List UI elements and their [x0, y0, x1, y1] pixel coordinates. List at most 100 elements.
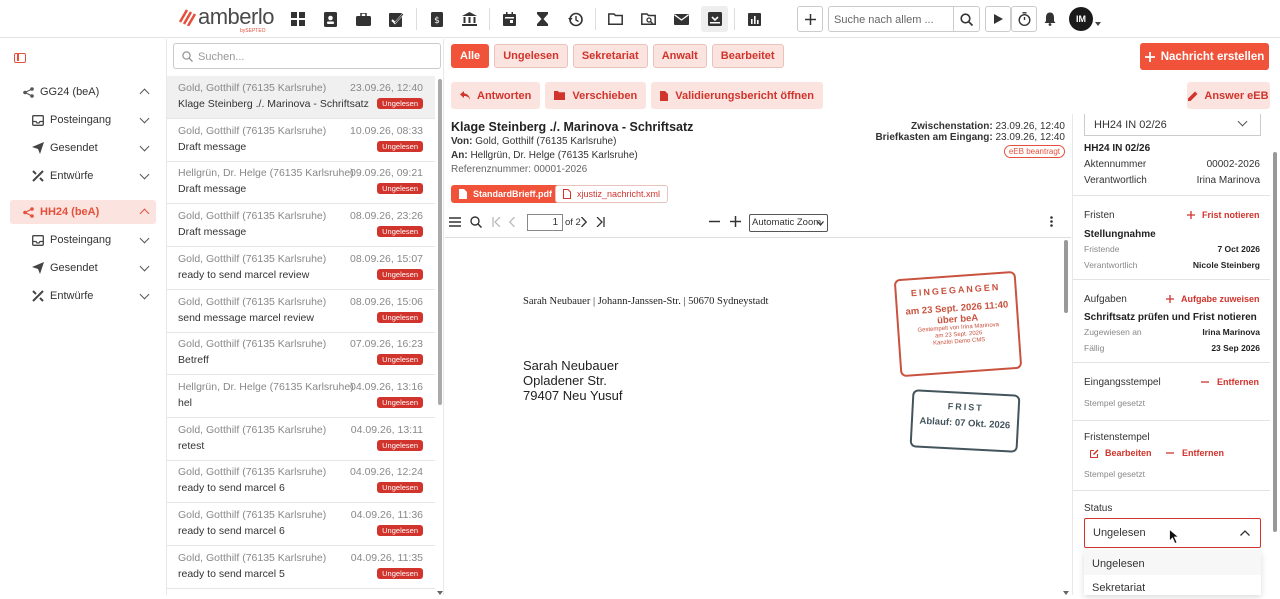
- answer-eeb-button[interactable]: Answer eEB: [1187, 82, 1270, 109]
- deadline-stamp-date: Ablauf: 07 Okt. 2026: [919, 415, 1011, 432]
- message-list-item[interactable]: Gold, Gotthilf (76135 Karlsruhe) 10.09.26…: [167, 119, 435, 162]
- invoice-icon[interactable]: $: [423, 6, 450, 32]
- filter-bearbeitet[interactable]: Bearbeitet: [711, 44, 784, 68]
- divider: [1073, 490, 1270, 491]
- sidebar-item-gg24-gesendet[interactable]: Gesendet: [32, 136, 156, 160]
- amberlo-logo[interactable]: amberlo bySEPTEO: [178, 4, 278, 34]
- deadline-stamp[interactable]: FRIST Ablauf: 07 Okt. 2026: [909, 389, 1021, 453]
- sidebar-toggle-icon[interactable]: [14, 53, 26, 63]
- hourglass-icon[interactable]: [529, 6, 556, 32]
- message-list-item[interactable]: Gold, Gotthilf (76135 Karlsruhe) 08.09.26…: [167, 204, 435, 248]
- sidebar-item-hh24-gesendet[interactable]: Gesendet: [32, 256, 156, 280]
- sidebar-group-hh24[interactable]: HH24 (beA): [10, 200, 156, 224]
- case-select[interactable]: HH24 IN 02/26: [1084, 114, 1261, 136]
- message-sender: Gold, Gotthilf (76135 Karlsruhe): [178, 252, 327, 265]
- edit-fristenstempel-button[interactable]: Bearbeiten: [1090, 448, 1152, 458]
- next-page-icon[interactable]: [581, 216, 588, 230]
- sidebar-group-gg24[interactable]: GG24 (beA): [10, 80, 156, 104]
- draft-tools-icon: [32, 170, 44, 182]
- bell-icon[interactable]: [1044, 12, 1056, 29]
- caret-down-icon[interactable]: [1095, 17, 1101, 29]
- filter-sekretariat[interactable]: Sekretariat: [572, 44, 648, 68]
- folder-search-icon[interactable]: [635, 6, 662, 32]
- remove-eingangsstempel-button[interactable]: Entfernen: [1201, 377, 1259, 387]
- mail-icon[interactable]: [668, 6, 695, 32]
- first-page-icon[interactable]: [492, 216, 501, 230]
- sidebar-item-label: Entwürfe: [50, 290, 94, 302]
- pdf-page-input[interactable]: 1: [527, 214, 563, 231]
- status-select[interactable]: Ungelesen: [1084, 518, 1261, 548]
- message-list-item[interactable]: Gold, Gotthilf (76135 Karlsruhe) 04.09.26…: [167, 546, 435, 589]
- add-deadline-button[interactable]: Frist notieren: [1187, 210, 1260, 220]
- received-stamp[interactable]: EINGEGANGEN am 23 Sept. 2026 11:40 über …: [893, 270, 1023, 378]
- pdf-search-icon[interactable]: [470, 216, 483, 231]
- contacts-icon[interactable]: [317, 6, 344, 32]
- filter-alle[interactable]: Alle: [451, 44, 490, 68]
- more-options-icon[interactable]: [1050, 216, 1053, 230]
- sidebar-item-hh24-posteingang[interactable]: Posteingang: [32, 228, 156, 252]
- pdf-scrollbar[interactable]: [1064, 240, 1068, 313]
- sidebar-item-gg24-entwuerfe[interactable]: Entwürfe: [32, 164, 156, 188]
- message-sender: Gold, Gotthilf (76135 Karlsruhe): [178, 338, 327, 351]
- history-icon[interactable]: [562, 6, 589, 32]
- attachment-standardbrief[interactable]: StandardBrieff.pdf: [451, 185, 561, 203]
- message-list-item[interactable]: Gold, Gotthilf (76135 Karlsruhe) 08.09.26…: [167, 290, 435, 333]
- filter-ungelesen[interactable]: Ungelesen: [494, 44, 568, 68]
- reply-button[interactable]: Antworten: [451, 82, 541, 109]
- play-button[interactable]: [985, 6, 1011, 32]
- new-message-button[interactable]: Nachricht erstellen: [1140, 43, 1269, 70]
- scroll-down-icon[interactable]: [437, 586, 443, 598]
- chevron-up-icon: [139, 88, 150, 99]
- sidebar-toggle-menu-icon[interactable]: [449, 216, 461, 230]
- folder-move-icon: [554, 91, 566, 100]
- timer-button[interactable]: [1011, 6, 1037, 32]
- message-list-item[interactable]: Gold, Gotthilf (76135 Karlsruhe) 23.09.26…: [167, 76, 435, 119]
- message-date: 09.09.26, 09:21: [350, 167, 423, 180]
- user-avatar[interactable]: IM: [1069, 7, 1093, 31]
- message-list-item[interactable]: Gold, Gotthilf (76135 Karlsruhe) 08.09.26…: [167, 247, 435, 290]
- verantwortlich-value: Irina Marinova: [1196, 175, 1260, 186]
- bank-icon[interactable]: [456, 6, 483, 32]
- list-scrollbar[interactable]: [438, 79, 442, 405]
- last-page-icon[interactable]: [596, 216, 605, 230]
- message-list-item[interactable]: Hellgrün, Dr. Helge (76135 Karlsruhe) 04.…: [167, 375, 435, 418]
- list-search-input[interactable]: Suchen...: [173, 43, 441, 69]
- message-list-item[interactable]: Gold, Gotthilf (76135 Karlsruhe) 04.09.26…: [167, 418, 435, 461]
- panel-scrollbar[interactable]: [1273, 152, 1277, 532]
- briefcase-icon[interactable]: [350, 6, 377, 32]
- message-list-item[interactable]: Hellgrün, Dr. Helge (76135 Karlsruhe) 09.…: [167, 161, 435, 205]
- validation-report-button[interactable]: Validierungsbericht öffnen: [651, 82, 823, 109]
- chevron-down-icon: [139, 141, 150, 152]
- brand-name: amberlo: [198, 4, 274, 29]
- reports-icon[interactable]: [741, 6, 768, 32]
- message-list-item[interactable]: Gold, Gotthilf (76135 Karlsruhe) 07.09.26…: [167, 332, 435, 376]
- remove-fristenstempel-button[interactable]: Entfernen: [1166, 448, 1224, 458]
- add-button[interactable]: [797, 6, 823, 32]
- zoom-out-icon[interactable]: [709, 216, 720, 230]
- message-list-item[interactable]: Gold, Gotthilf (76135 Karlsruhe) 04.09.26…: [167, 503, 435, 546]
- global-search-button[interactable]: [953, 6, 980, 32]
- move-button[interactable]: Verschieben: [545, 82, 647, 109]
- zoom-in-icon[interactable]: [730, 216, 741, 230]
- status-option-sekretariat[interactable]: Sekretariat: [1084, 575, 1261, 599]
- assign-task-button[interactable]: Aufgabe zuweisen: [1166, 294, 1260, 304]
- global-search-input[interactable]: Suche nach allem ...: [828, 6, 954, 32]
- sidebar-item-hh24-entwuerfe[interactable]: Entwürfe: [32, 284, 156, 308]
- zoom-select[interactable]: Automatic Zoom: [749, 214, 828, 232]
- sidebar-item-gg24-posteingang[interactable]: Posteingang: [32, 108, 156, 132]
- folder-icon[interactable]: [602, 6, 629, 32]
- status-option-ungelesen[interactable]: Ungelesen: [1084, 551, 1261, 575]
- calendar-icon[interactable]: [496, 6, 523, 32]
- previous-page-icon[interactable]: [508, 216, 515, 230]
- play-icon: [993, 14, 1003, 24]
- filter-anwalt[interactable]: Anwalt: [652, 44, 707, 68]
- attachment-xjustiz[interactable]: xjustiz_nachricht.xml: [555, 185, 669, 203]
- main-nav: $: [284, 6, 774, 32]
- message-sender: Hellgrün, Dr. Helge (76135 Karlsruhe): [178, 167, 354, 180]
- scroll-down-icon[interactable]: [1063, 586, 1069, 598]
- dashboard-icon[interactable]: [284, 6, 311, 32]
- message-list-item[interactable]: Gold, Gotthilf (76135 Karlsruhe) 04.09.26…: [167, 460, 435, 504]
- tasks-icon[interactable]: [383, 6, 410, 32]
- divider: [1073, 420, 1270, 421]
- bea-inbox-icon[interactable]: [701, 6, 728, 32]
